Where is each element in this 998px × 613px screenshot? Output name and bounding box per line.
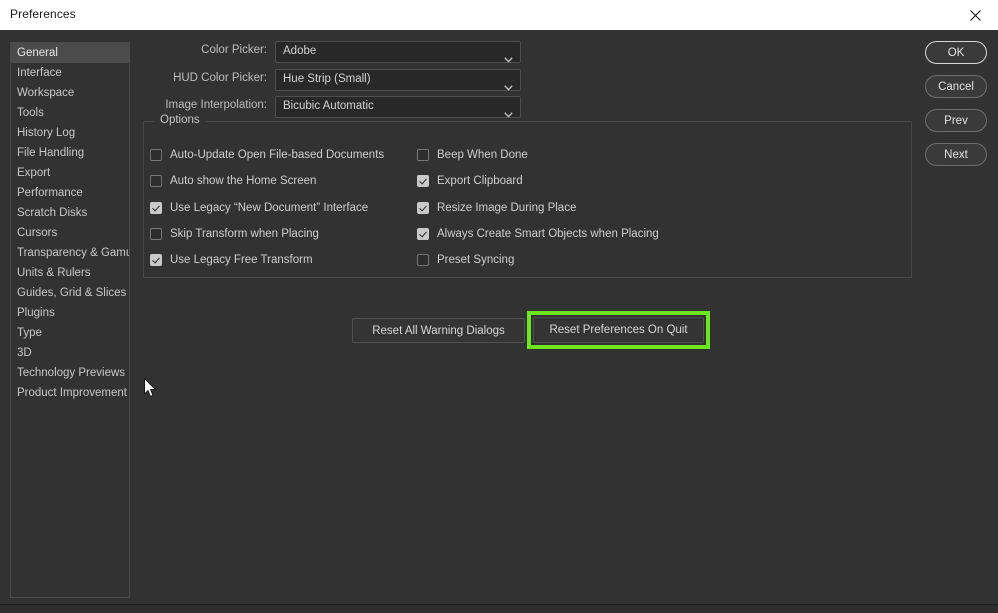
sidebar-item-interface[interactable]: Interface <box>11 63 129 83</box>
close-icon <box>970 10 981 21</box>
sidebar-item-label: History Log <box>17 127 75 139</box>
sidebar-item-label: Workspace <box>17 87 74 99</box>
sidebar-item-label: General <box>17 47 58 59</box>
checkbox-icon <box>150 202 162 214</box>
color-picker-value: Adobe <box>283 45 316 57</box>
checkbox-icon <box>417 149 429 161</box>
checkbox-label: Use Legacy Free Transform <box>170 254 313 266</box>
checkbox-icon <box>417 254 429 266</box>
checkbox-icon <box>150 254 162 266</box>
checkbox-label: Skip Transform when Placing <box>170 228 319 240</box>
checkbox-icon <box>150 228 162 240</box>
checkbox-label: Export Clipboard <box>437 175 523 187</box>
title-bar: Preferences <box>0 0 998 31</box>
hud-color-picker-value: Hue Strip (Small) <box>283 73 371 85</box>
sidebar-item-label: Interface <box>17 67 62 79</box>
checkbox-label: Auto show the Home Screen <box>170 175 316 187</box>
sidebar-item-label: 3D <box>17 347 32 359</box>
sidebar-item-history-log[interactable]: History Log <box>11 123 129 143</box>
image-interpolation-select[interactable]: Bicubic Automatic <box>275 96 521 118</box>
checkbox-export-clipboard[interactable]: Export Clipboard <box>417 172 523 190</box>
checkbox-label: Auto-Update Open File-based Documents <box>170 149 384 161</box>
checkbox-beep-when-done[interactable]: Beep When Done <box>417 146 528 164</box>
sidebar-item-file-handling[interactable]: File Handling <box>11 143 129 163</box>
sidebar-item-label: Plugins <box>17 307 55 319</box>
close-button[interactable] <box>952 0 998 30</box>
sidebar-item-technology-previews[interactable]: Technology Previews <box>11 363 129 383</box>
sidebar-item-type[interactable]: Type <box>11 323 129 343</box>
sidebar-item-plugins[interactable]: Plugins <box>11 303 129 323</box>
reset-all-warning-dialogs-button[interactable]: Reset All Warning Dialogs <box>352 318 525 343</box>
sidebar-item-product-improvement[interactable]: Product Improvement <box>11 383 129 403</box>
sidebar-item-3d[interactable]: 3D <box>11 343 129 363</box>
sidebar-item-label: Transparency & Gamut <box>17 247 130 259</box>
checkbox-icon <box>417 228 429 240</box>
dialog-body: General Interface Workspace Tools Histor… <box>0 30 998 608</box>
sidebar-item-label: Export <box>17 167 50 179</box>
reset-preferences-on-quit-button[interactable]: Reset Preferences On Quit <box>533 317 704 343</box>
sidebar-item-guides-grid-slices[interactable]: Guides, Grid & Slices <box>11 283 129 303</box>
checkbox-label: Always Create Smart Objects when Placing <box>437 228 659 240</box>
sidebar-item-workspace[interactable]: Workspace <box>11 83 129 103</box>
checkbox-resize-image-during-place[interactable]: Resize Image During Place <box>417 199 576 217</box>
checkbox-skip-transform-when-placing[interactable]: Skip Transform when Placing <box>150 225 319 243</box>
checkbox-label: Resize Image During Place <box>437 202 576 214</box>
hud-color-picker-select[interactable]: Hue Strip (Small) <box>275 69 521 91</box>
checkbox-label: Beep When Done <box>437 149 528 161</box>
sidebar-item-label: Tools <box>17 107 44 119</box>
checkbox-label: Preset Syncing <box>437 254 514 266</box>
checkbox-auto-show-the-home-screen[interactable]: Auto show the Home Screen <box>150 172 316 190</box>
sidebar-item-export[interactable]: Export <box>11 163 129 183</box>
prev-button[interactable]: Prev <box>925 109 987 132</box>
chevron-down-icon <box>504 78 513 96</box>
sidebar-item-cursors[interactable]: Cursors <box>11 223 129 243</box>
checkbox-icon <box>417 202 429 214</box>
checkbox-icon <box>150 175 162 187</box>
checkbox-auto-update-open-file-based-documents[interactable]: Auto-Update Open File-based Documents <box>150 146 384 164</box>
image-interpolation-label: Image Interpolation: <box>165 99 267 111</box>
checkbox-use-legacy-free-transform[interactable]: Use Legacy Free Transform <box>150 251 313 269</box>
sidebar-item-label: Type <box>17 327 42 339</box>
options-group-legend: Options <box>155 114 205 126</box>
category-list[interactable]: General Interface Workspace Tools Histor… <box>10 42 130 598</box>
sidebar-item-tools[interactable]: Tools <box>11 103 129 123</box>
sidebar-item-label: Performance <box>17 187 83 199</box>
checkbox-label: Use Legacy “New Document” Interface <box>170 202 368 214</box>
sidebar-item-performance[interactable]: Performance <box>11 183 129 203</box>
sidebar-item-label: Units & Rulers <box>17 267 91 279</box>
checkbox-use-legacy-new-document-interface[interactable]: Use Legacy “New Document” Interface <box>150 199 368 217</box>
sidebar-item-label: Product Improvement <box>17 387 127 399</box>
hud-color-picker-label: HUD Color Picker: <box>173 72 267 84</box>
cancel-button[interactable]: Cancel <box>925 75 987 98</box>
sidebar-item-label: Guides, Grid & Slices <box>17 287 126 299</box>
image-interpolation-value: Bicubic Automatic <box>283 100 374 112</box>
sidebar-item-label: Technology Previews <box>17 367 125 379</box>
next-button[interactable]: Next <box>925 143 987 166</box>
checkbox-icon <box>150 149 162 161</box>
sidebar-item-units-rulers[interactable]: Units & Rulers <box>11 263 129 283</box>
sidebar-item-label: Scratch Disks <box>17 207 87 219</box>
checkbox-always-create-smart-objects-when-placing[interactable]: Always Create Smart Objects when Placing <box>417 225 659 243</box>
color-picker-select[interactable]: Adobe <box>275 41 521 63</box>
ok-button[interactable]: OK <box>925 41 987 64</box>
sidebar-item-general[interactable]: General <box>11 43 129 63</box>
chevron-down-icon <box>504 50 513 68</box>
color-picker-label: Color Picker: <box>201 44 267 56</box>
checkbox-icon <box>417 175 429 187</box>
sidebar-item-label: File Handling <box>17 147 84 159</box>
sidebar-item-scratch-disks[interactable]: Scratch Disks <box>11 203 129 223</box>
preferences-dialog: Preferences General Interface Workspace … <box>0 0 998 612</box>
checkbox-preset-syncing[interactable]: Preset Syncing <box>417 251 514 269</box>
window-title: Preferences <box>10 7 76 21</box>
sidebar-item-transparency-gamut[interactable]: Transparency & Gamut <box>11 243 129 263</box>
sidebar-item-label: Cursors <box>17 227 57 239</box>
